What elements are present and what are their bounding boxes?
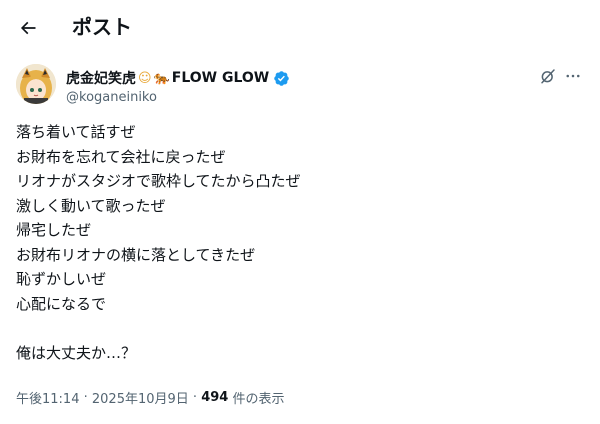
avatar-image [16,64,56,104]
tweet-line: 帰宅したぜ [16,221,92,239]
top-bar: ポスト [0,0,600,56]
smiling-face-emoji: ☺ [138,70,152,86]
author-name-row[interactable]: 虎金妃笑虎 ☺ 🐅 FLOW GLOW [66,68,290,88]
tweet-line: 俺は大丈夫か…？ [16,343,137,362]
page-title: ポスト [72,15,132,39]
tweet-time[interactable]: 午後11:14 [16,388,79,407]
tweet-line: リオナがスタジオで歌枠してたから凸たぜ [16,172,301,190]
tweet-date[interactable]: 2025年10月9日 [92,388,189,407]
avatar[interactable] [16,64,56,104]
grok-icon [541,69,555,84]
meta-separator: · [188,390,202,405]
views-label: 件の表示 [228,392,285,407]
tweet-line: お財布リオナの横に落としてきたぜ [16,245,256,264]
grok-button[interactable] [538,66,558,86]
tiger-emoji: 🐅 [153,70,170,86]
back-button[interactable] [12,12,44,44]
author-handle[interactable]: @koganeiniko [66,90,157,105]
tweet-line: 心配になるで [16,294,107,313]
back-arrow-icon [20,21,36,35]
author-name-suffix: FLOW GLOW [171,70,270,86]
tweet-line: 激しく動いて歌ったぜ [16,196,166,215]
tweet-line: 恥ずかしいぜ [16,270,107,288]
meta-separator: · [79,390,92,405]
tweet-line: お財布を忘れて会社に戻ったぜ [16,147,226,166]
more-options-button[interactable] [562,66,584,86]
more-options-icon [566,74,580,78]
tweet-text: 落ち着いて話すぜ お財布を忘れて会社に戻ったぜ リオナがスタジオで歌枠してたから… [16,120,576,365]
author-display-name: 虎金妃笑虎 [66,71,136,87]
views-count[interactable]: 494 [201,390,228,405]
tweet-meta: 午後11:14 · 2025年10月9日 · 494 件の表示 [16,388,284,407]
tweet-line: 落ち着いて話すぜ [16,123,136,141]
verified-badge-icon [273,70,290,87]
